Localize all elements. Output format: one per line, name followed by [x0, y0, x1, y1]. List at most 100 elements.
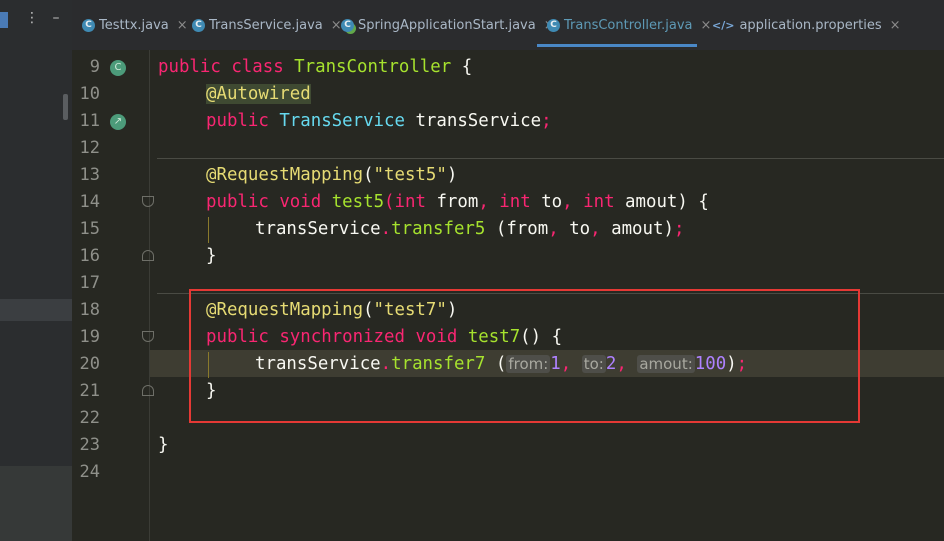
- line-number: 14: [79, 192, 100, 212]
- code-line-9: public class TransController {: [158, 54, 472, 81]
- keyword: void: [279, 192, 322, 212]
- class-icon: C: [82, 18, 95, 32]
- code-line-13: @RequestMapping("test5"): [206, 162, 457, 189]
- param: to: [541, 192, 563, 212]
- spring-class-icon: C: [341, 18, 354, 32]
- class-icon: C: [547, 18, 560, 32]
- paren: ): [446, 165, 458, 185]
- close-icon[interactable]: ×: [700, 18, 711, 33]
- paren: ): [677, 192, 688, 212]
- comma: ,: [590, 219, 601, 239]
- tab-transservice[interactable]: C TransService.java ×: [192, 14, 342, 36]
- tab-label: TransService.java: [209, 17, 323, 33]
- comma: ,: [548, 219, 559, 239]
- line-number: 20: [79, 354, 100, 374]
- keyword: public: [206, 111, 269, 131]
- object-ref: transService: [255, 219, 381, 239]
- gutter-separator: [149, 50, 150, 541]
- panel-header: ⋮ –: [0, 0, 72, 40]
- selected-tree-item[interactable]: [0, 299, 72, 321]
- type: int: [499, 192, 531, 212]
- paren: (: [363, 165, 374, 185]
- type: int: [583, 192, 615, 212]
- panel-accent: [0, 12, 8, 28]
- code-icon: </>: [712, 18, 735, 32]
- comma: ,: [562, 192, 573, 212]
- panel-scrollbar[interactable]: [63, 94, 68, 120]
- close-icon[interactable]: ×: [890, 18, 901, 33]
- fold-marker[interactable]: [142, 196, 154, 207]
- tab-application-properties[interactable]: </> application.properties ×: [712, 14, 901, 36]
- paren: ): [663, 219, 674, 239]
- arg: amout: [611, 219, 664, 239]
- annotation: Autowired: [216, 84, 311, 104]
- line-number: 23: [79, 435, 100, 455]
- annotation: @RequestMapping: [206, 165, 364, 185]
- spring-bean-icon[interactable]: C: [110, 60, 126, 76]
- line-number: 17: [79, 273, 100, 293]
- code-line-16: }: [206, 243, 216, 270]
- class-icon: C: [192, 18, 205, 32]
- tab-springapplicationstart[interactable]: C SpringApplicationStart.java ×: [341, 14, 555, 36]
- line-number: 18: [79, 300, 100, 320]
- code-line-23: }: [158, 432, 168, 459]
- tab-transcontroller[interactable]: C TransController.java ×: [547, 14, 711, 36]
- autowired-navigate-icon[interactable]: ↗: [110, 114, 126, 130]
- code-line-10: @Autowired: [206, 81, 311, 108]
- line-number: 24: [79, 462, 100, 482]
- brace: }: [206, 246, 217, 266]
- annotation-at: @: [206, 84, 217, 104]
- arg: from: [506, 219, 549, 239]
- code-line-15: transService.transfer5 (from, to, amout)…: [255, 216, 684, 243]
- line-number: 22: [79, 408, 100, 428]
- line-number: 15: [79, 219, 100, 239]
- fold-marker[interactable]: [142, 385, 154, 396]
- line-number: 11: [79, 111, 100, 131]
- paren: (: [384, 192, 395, 212]
- close-icon[interactable]: ×: [177, 18, 188, 33]
- line-number: 13: [79, 165, 100, 185]
- indent-guide: [208, 217, 209, 243]
- code-line-14: public void test5(int from, int to, int …: [206, 189, 709, 216]
- line-number: 16: [79, 246, 100, 266]
- line-number: 9: [89, 57, 100, 77]
- brace: {: [461, 57, 473, 77]
- active-tab-indicator: [537, 44, 697, 47]
- tab-label: SpringApplicationStart.java: [358, 17, 536, 33]
- comma: ,: [478, 192, 489, 212]
- highlight-box: [189, 289, 860, 423]
- param: amout: [625, 192, 678, 212]
- method-separator: [157, 158, 944, 159]
- project-panel: ⋮ –: [0, 0, 72, 541]
- keyword: public: [158, 57, 221, 77]
- fold-marker[interactable]: [142, 331, 154, 342]
- tab-testtx[interactable]: C Testtx.java ×: [82, 14, 188, 36]
- keyword: public: [206, 192, 269, 212]
- code-line-11: public TransService transService;: [206, 108, 552, 135]
- type: int: [394, 192, 426, 212]
- tab-label: Testtx.java: [99, 17, 169, 33]
- line-number: 10: [79, 84, 100, 104]
- panel-lower-area: [0, 466, 72, 541]
- minimize-icon[interactable]: –: [48, 10, 64, 26]
- keyword: class: [231, 57, 284, 77]
- line-number: 12: [79, 138, 100, 158]
- method-name: test5: [331, 192, 385, 212]
- param: from: [436, 192, 479, 212]
- class-name: TransController: [294, 57, 452, 77]
- semicolon: ;: [541, 111, 552, 131]
- paren: (: [495, 219, 507, 239]
- fold-marker[interactable]: [142, 250, 154, 261]
- line-number: 21: [79, 381, 100, 401]
- arg: to: [569, 219, 591, 239]
- tab-label: TransController.java: [564, 17, 693, 33]
- dot: .: [380, 219, 392, 239]
- field-name: transService: [415, 111, 542, 131]
- brace: {: [698, 192, 709, 212]
- type-name: TransService: [279, 111, 405, 131]
- method-call: transfer5: [391, 219, 486, 239]
- tab-label: application.properties: [739, 17, 882, 33]
- string-literal: "test5": [373, 165, 447, 185]
- more-vertical-icon[interactable]: ⋮: [24, 10, 40, 26]
- semicolon: ;: [673, 219, 685, 239]
